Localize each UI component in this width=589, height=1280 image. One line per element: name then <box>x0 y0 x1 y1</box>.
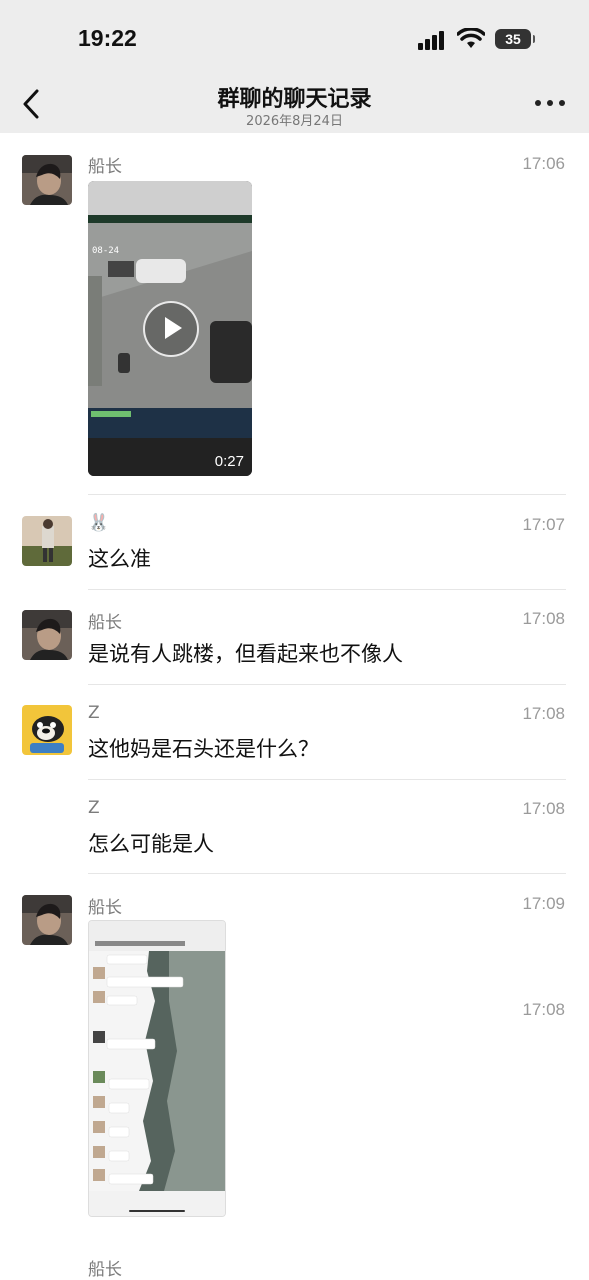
signal-icon <box>418 30 448 50</box>
sender-name: 船长 <box>88 1260 122 1280</box>
message-time: 17:08 <box>522 609 565 628</box>
avatar[interactable] <box>22 895 72 945</box>
message-text: 怎么可能是人 <box>88 832 214 856</box>
wifi-icon <box>457 28 485 48</box>
sender-name: Z <box>88 703 100 723</box>
page-title: 群聊的聊天记录 <box>217 87 372 112</box>
divider <box>88 494 566 495</box>
play-icon[interactable] <box>143 301 199 357</box>
divider <box>88 684 566 685</box>
divider <box>88 873 566 874</box>
more-icon[interactable] <box>535 100 565 108</box>
message-time: 17:07 <box>522 515 565 534</box>
avatar[interactable] <box>22 155 72 205</box>
video-message[interactable]: 08-24 0:27 <box>88 181 252 476</box>
avatar[interactable] <box>22 705 72 755</box>
video-duration: 0:27 <box>214 453 244 470</box>
message-time: 17:08 <box>522 704 565 723</box>
sender-name: 船长 <box>88 613 122 633</box>
sender-name: Z <box>88 798 100 818</box>
message-text: 这他妈是石头还是什么？ <box>88 737 319 761</box>
divider <box>88 779 566 780</box>
status-time: 19:22 <box>78 25 137 51</box>
page-subtitle: 2026年8月24日 <box>246 114 343 129</box>
message-time: 17:06 <box>522 154 565 173</box>
svg-text:08-24: 08-24 <box>92 246 119 256</box>
message-text: 这么准 <box>88 547 151 571</box>
divider <box>88 589 566 590</box>
message-time: 17:08 <box>522 1000 565 1019</box>
nav-bar: 群聊的聊天记录 2026年8月24日 <box>0 70 589 133</box>
status-bar: 19:22 35 <box>0 0 589 70</box>
battery-icon: 35 <box>495 29 535 49</box>
sender-name: 船长 <box>88 157 122 177</box>
message-time: 17:08 <box>522 799 565 818</box>
image-message[interactable] <box>88 920 226 1217</box>
sender-name: 🐰 <box>88 513 110 533</box>
message-text: 是说有人跳楼，但看起来也不像人 <box>88 642 403 666</box>
avatar[interactable] <box>22 516 72 566</box>
avatar[interactable] <box>22 610 72 660</box>
sender-name: 船长 <box>88 898 122 918</box>
message-time: 17:09 <box>522 894 565 913</box>
